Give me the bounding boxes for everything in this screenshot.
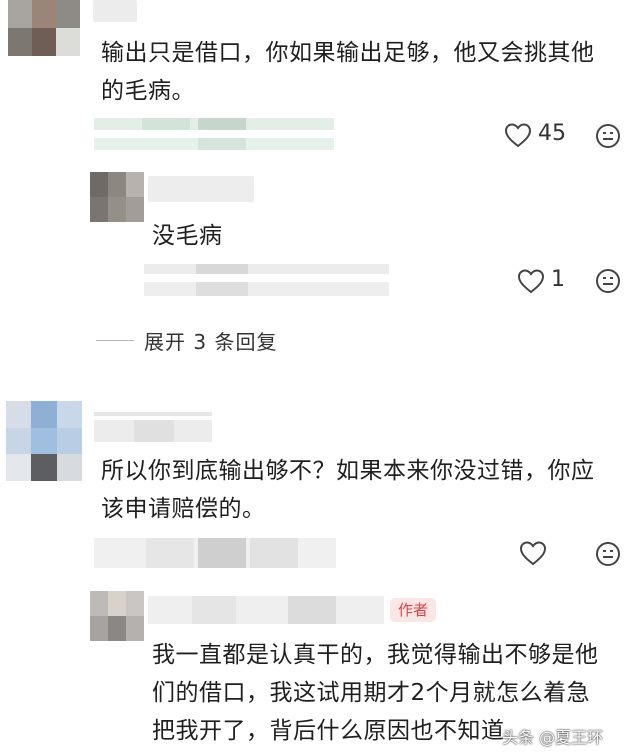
author-tag: 作者 xyxy=(390,598,437,622)
like-button[interactable] xyxy=(503,120,533,150)
reply-text: 没毛病 xyxy=(152,223,223,249)
comment-text-line-1: 输出只是借口，你如果输出足够，他又会挑其他 xyxy=(101,40,595,66)
comment-meta xyxy=(94,538,336,568)
comment-meta xyxy=(94,118,334,152)
emoji-icon xyxy=(596,124,620,148)
reply-avatar[interactable] xyxy=(90,591,144,641)
reply-text-line-1: 我一直都是认真干的，我觉得输出不够是他 xyxy=(152,642,599,668)
reply-like-count: 1 xyxy=(551,267,565,292)
emoji-button[interactable] xyxy=(594,122,622,150)
heart-icon xyxy=(504,123,532,148)
comment-text-line-2: 的毛病。 xyxy=(101,78,195,104)
username[interactable] xyxy=(93,0,137,22)
like-count: 45 xyxy=(538,121,566,146)
avatar[interactable] xyxy=(8,0,80,56)
reply-like-button[interactable] xyxy=(516,266,546,296)
heart-icon xyxy=(519,541,547,566)
comment-text-line-2: 该申请赔偿的。 xyxy=(101,496,266,522)
like-button[interactable] xyxy=(518,538,548,568)
avatar[interactable] xyxy=(6,401,82,481)
heart-icon xyxy=(517,269,545,294)
expand-replies[interactable]: 展开 3 条回复 xyxy=(96,326,277,354)
reply-avatar[interactable] xyxy=(90,172,144,222)
expand-replies-label: 展开 3 条回复 xyxy=(144,329,278,354)
expand-divider xyxy=(96,339,134,341)
reply-username[interactable] xyxy=(148,596,384,624)
reply-text-line-3: 把我开了，背后什么原因也不知道 xyxy=(152,718,505,744)
comment-text-line-1: 所以你到底输出够不？如果本来你没过错，你应 xyxy=(101,458,595,484)
reply-username[interactable] xyxy=(148,176,254,202)
username[interactable] xyxy=(94,412,212,444)
reply-emoji-button[interactable] xyxy=(594,267,622,295)
emoji-icon xyxy=(596,269,620,293)
reply-text-line-2: 们的借口，我这试用期才2个月就怎么着急 xyxy=(152,680,591,706)
reply-meta xyxy=(144,264,389,298)
emoji-button[interactable] xyxy=(594,540,622,568)
emoji-icon xyxy=(596,542,620,566)
watermark: 头条 @夏王环 xyxy=(502,728,604,747)
